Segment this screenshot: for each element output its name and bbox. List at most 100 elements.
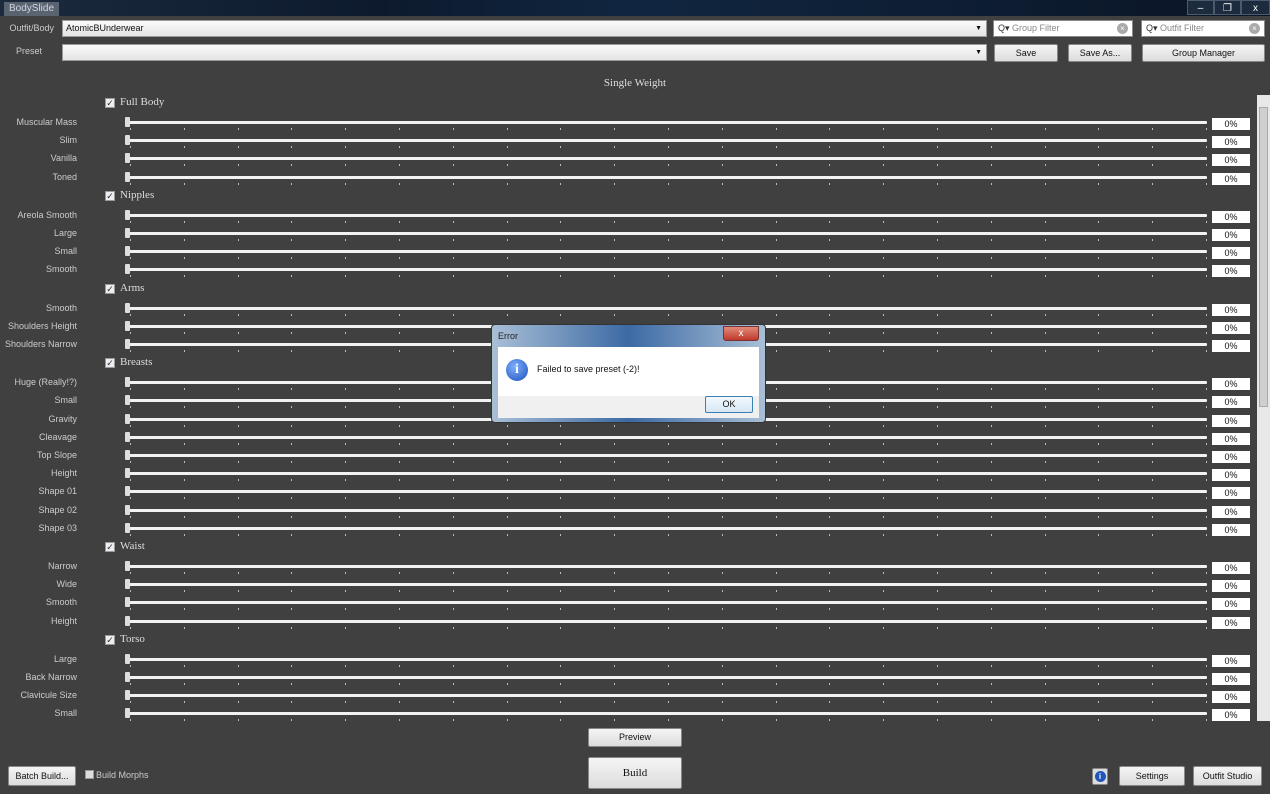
slider-value-input[interactable]: 0% — [1212, 691, 1250, 704]
slider-value-input[interactable]: 0% — [1212, 303, 1250, 316]
slider-track[interactable] — [128, 526, 1207, 530]
slider-thumb[interactable] — [125, 264, 130, 275]
group-checkbox[interactable]: ✓ — [105, 542, 115, 552]
slider-value-input[interactable]: 0% — [1212, 118, 1250, 130]
slider-track[interactable] — [128, 157, 1207, 161]
slider-track[interactable] — [128, 268, 1207, 272]
slider-value-input[interactable]: 0% — [1212, 340, 1250, 352]
slider-thumb[interactable] — [125, 339, 130, 349]
ok-button[interactable]: OK — [705, 396, 753, 413]
clear-icon[interactable]: × — [1117, 23, 1128, 34]
slider-value-input[interactable]: 0% — [1212, 673, 1250, 685]
scrollbar[interactable] — [1257, 95, 1270, 721]
slider-value-input[interactable]: 0% — [1212, 523, 1250, 536]
settings-button[interactable]: Settings — [1119, 766, 1185, 786]
slider-thumb[interactable] — [125, 377, 130, 388]
slider-value-input[interactable]: 0% — [1212, 580, 1250, 593]
slider-track[interactable] — [128, 565, 1207, 568]
slider-thumb[interactable] — [125, 450, 130, 460]
build-morphs-checkbox[interactable]: Build Morphs — [85, 770, 149, 780]
slider-track[interactable] — [128, 694, 1207, 698]
group-filter-input[interactable]: Q▾ Group Filter × — [993, 20, 1133, 37]
slider-thumb[interactable] — [125, 672, 130, 682]
group-header[interactable]: ✓ Nipples — [105, 189, 154, 201]
slider-thumb[interactable] — [125, 561, 130, 571]
group-header[interactable]: ✓ Waist — [105, 540, 145, 552]
checkbox[interactable] — [85, 770, 94, 779]
slider-value-input[interactable]: 0% — [1212, 265, 1250, 278]
slider-thumb[interactable] — [125, 302, 130, 313]
slider-track[interactable] — [128, 232, 1207, 235]
slider-track[interactable] — [128, 213, 1207, 217]
slider-track[interactable] — [128, 583, 1207, 587]
slider-value-input[interactable]: 0% — [1212, 709, 1250, 722]
slider-thumb[interactable] — [125, 486, 130, 497]
slider-value-input[interactable]: 0% — [1212, 229, 1250, 241]
save-as-button[interactable]: Save As... — [1068, 44, 1132, 62]
slider-thumb[interactable] — [125, 117, 130, 127]
slider-value-input[interactable]: 0% — [1212, 321, 1250, 334]
group-checkbox[interactable]: ✓ — [105, 98, 115, 108]
slider-track[interactable] — [128, 306, 1207, 310]
batch-build-button[interactable]: Batch Build... — [8, 766, 76, 786]
slider-thumb[interactable] — [125, 209, 130, 220]
slider-track[interactable] — [128, 619, 1207, 623]
slider-value-input[interactable]: 0% — [1212, 598, 1250, 611]
slider-thumb[interactable] — [125, 413, 130, 424]
slider-track[interactable] — [128, 250, 1207, 254]
dialog-close-button[interactable]: x — [723, 326, 759, 341]
slider-thumb[interactable] — [125, 468, 130, 479]
build-button[interactable]: Build — [588, 757, 682, 789]
slider-thumb[interactable] — [125, 653, 130, 664]
group-header[interactable]: ✓ Breasts — [105, 356, 152, 369]
slider-track[interactable] — [128, 472, 1207, 476]
group-header[interactable]: ✓ Full Body — [105, 96, 164, 108]
slider-thumb[interactable] — [125, 228, 130, 238]
slider-track[interactable] — [128, 676, 1207, 679]
group-checkbox[interactable]: ✓ — [105, 634, 115, 645]
slider-value-input[interactable]: 0% — [1212, 210, 1250, 223]
slider-track[interactable] — [128, 490, 1207, 494]
slider-thumb[interactable] — [125, 690, 130, 701]
slider-track[interactable] — [128, 508, 1207, 512]
slider-track[interactable] — [128, 139, 1207, 143]
slider-thumb[interactable] — [125, 522, 130, 533]
scrollbar-thumb[interactable] — [1259, 107, 1268, 407]
group-checkbox[interactable]: ✓ — [105, 190, 115, 201]
slider-value-input[interactable]: 0% — [1212, 247, 1250, 260]
slider-value-input[interactable]: 0% — [1212, 505, 1250, 518]
group-checkbox[interactable]: ✓ — [105, 358, 115, 369]
slider-value-input[interactable]: 0% — [1212, 654, 1250, 667]
slider-track[interactable] — [128, 175, 1207, 179]
group-checkbox[interactable]: ✓ — [105, 283, 115, 294]
group-manager-button[interactable]: Group Manager — [1142, 44, 1265, 62]
slider-value-input[interactable]: 0% — [1212, 451, 1250, 463]
slider-thumb[interactable] — [125, 504, 130, 515]
group-header[interactable]: ✓ Torso — [105, 633, 145, 645]
slider-value-input[interactable]: 0% — [1212, 396, 1250, 409]
outfit-filter-input[interactable]: Q▾ Outfit Filter × — [1141, 20, 1265, 37]
outfit-combo[interactable]: AtomicBUnderwear ▼ — [62, 20, 987, 37]
group-header[interactable]: ✓ Arms — [105, 282, 144, 294]
preview-button[interactable]: Preview — [588, 728, 682, 747]
slider-track[interactable] — [128, 601, 1207, 605]
about-button[interactable]: i — [1092, 768, 1108, 785]
slider-value-input[interactable]: 0% — [1212, 469, 1250, 482]
slider-track[interactable] — [128, 657, 1207, 661]
slider-thumb[interactable] — [125, 153, 130, 164]
minimize-button[interactable]: – — [1187, 0, 1214, 15]
slider-value-input[interactable]: 0% — [1212, 154, 1250, 167]
slider-thumb[interactable] — [125, 246, 130, 257]
close-button[interactable]: x — [1241, 0, 1270, 15]
slider-value-input[interactable]: 0% — [1212, 136, 1250, 149]
slider-value-input[interactable]: 0% — [1212, 378, 1250, 391]
clear-icon[interactable]: × — [1249, 23, 1260, 34]
restore-button[interactable]: ❐ — [1214, 0, 1241, 15]
slider-track[interactable] — [128, 712, 1207, 716]
slider-thumb[interactable] — [125, 579, 130, 590]
slider-track[interactable] — [128, 435, 1207, 439]
save-button[interactable]: Save — [994, 44, 1058, 62]
slider-value-input[interactable]: 0% — [1212, 616, 1250, 629]
slider-thumb[interactable] — [125, 615, 130, 626]
slider-value-input[interactable]: 0% — [1212, 432, 1250, 445]
